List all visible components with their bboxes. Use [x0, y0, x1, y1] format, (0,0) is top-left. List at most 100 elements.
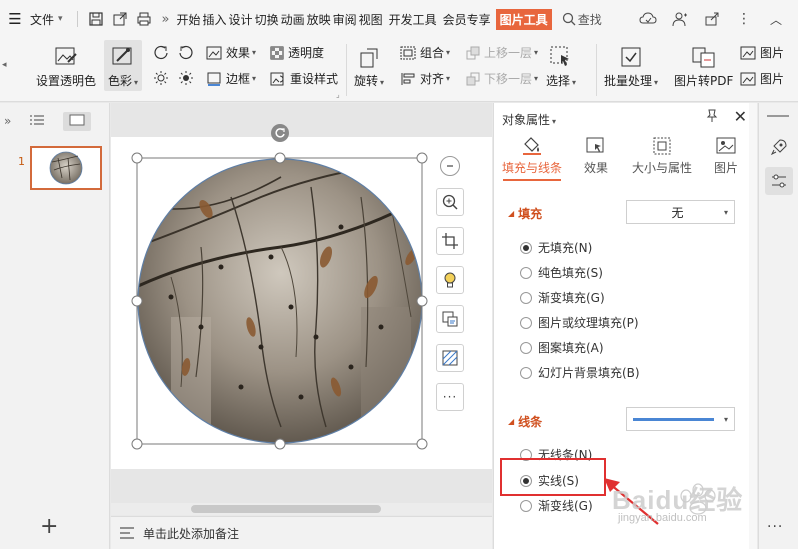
tab-fill-line[interactable]: 填充与线条 [502, 133, 562, 181]
radio-gradient-line[interactable]: 渐变线(G) [520, 497, 593, 514]
fill-pattern-icon[interactable] [436, 344, 464, 372]
window-actions: ⋮ ︿ [634, 5, 798, 33]
rotate-right-icon[interactable] [178, 44, 194, 60]
image-to-pdf-button[interactable]: 图片转PDF [674, 42, 733, 89]
group-button[interactable]: 组合 ▾ [400, 44, 450, 61]
select-button[interactable]: 选择 ▾ [546, 42, 576, 89]
set-transparent-color-label: 设置透明色 [36, 74, 97, 88]
pin-icon[interactable] [705, 109, 719, 126]
tab-slideshow[interactable]: 放映 [306, 11, 332, 28]
set-transparent-color-button[interactable]: 设置透明色 [36, 42, 96, 89]
fill-dropdown-value: 无 [671, 205, 684, 220]
send-backward-label: 下移一层 [484, 72, 533, 86]
tab-effects[interactable]: 效果 [584, 133, 608, 176]
tab-transition[interactable]: 切换 [254, 11, 280, 28]
color-button[interactable]: 色彩 ▾ [104, 40, 143, 91]
close-icon[interactable]: ✕ [734, 107, 747, 126]
fill-section-header[interactable]: ◢ 填充 [508, 205, 542, 222]
rocket-icon[interactable] [765, 133, 793, 161]
batch-process-button[interactable]: 批量处理 ▾ [604, 42, 658, 89]
horizontal-scrollbar[interactable] [111, 503, 492, 515]
file-chevron-down-icon[interactable]: ▾ [58, 14, 63, 24]
radio-gradient-fill[interactable]: 渐变填充(G) [520, 289, 605, 306]
more-tools-icon[interactable]: ··· [436, 383, 464, 411]
tab-design[interactable]: 设计 [228, 11, 254, 28]
scrollbar-thumb[interactable] [191, 505, 381, 513]
properties-title[interactable]: 对象属性 ▾ [502, 111, 556, 128]
reset-style-label: 重设样式 [290, 72, 339, 86]
send-backward-button[interactable]: 下移一层 ▾ [466, 70, 538, 87]
collapse-panel-icon[interactable]: » [4, 114, 11, 128]
more-icon[interactable]: ··· [767, 519, 783, 535]
smart-suggest-icon[interactable] [436, 266, 464, 294]
search-box[interactable]: 查找 [562, 11, 602, 28]
slide-thumbnail[interactable] [30, 146, 102, 190]
radio-solid-fill[interactable]: 纯色填充(S) [520, 264, 603, 281]
tab-size-properties[interactable]: 大小与属性 [632, 133, 692, 176]
tab-picture[interactable]: 图片 [714, 133, 738, 176]
tab-developer[interactable]: 开发工具 [388, 11, 438, 28]
tab-home[interactable]: 开始 [176, 11, 202, 28]
export-icon[interactable] [108, 7, 132, 31]
collapse-ribbon-icon[interactable]: ︿ [762, 5, 790, 33]
ribbon-scroll-left-icon[interactable]: ◂ [2, 60, 7, 70]
radio-picture-texture-fill[interactable]: 图片或纹理填充(P) [520, 314, 639, 331]
align-icon [401, 72, 415, 85]
color-label: 色彩 ▾ [108, 74, 139, 88]
add-slide-button[interactable]: + [40, 514, 58, 539]
ribbon-expand-icon[interactable]: ⌟ [336, 90, 340, 99]
tab-picture-tools[interactable]: 图片工具 [495, 8, 552, 30]
hamburger-menu-icon[interactable]: ☰ [0, 0, 30, 38]
border-button[interactable]: 边框 ▾ [206, 70, 256, 87]
rotate-left-icon[interactable] [153, 44, 169, 60]
bring-forward-button[interactable]: 上移一层 ▾ [466, 44, 538, 61]
transparency-button[interactable]: 透明度 [270, 44, 324, 61]
rotate-button[interactable]: 旋转 ▾ [354, 42, 384, 89]
tab-size-properties-label: 大小与属性 [632, 161, 693, 175]
radio-label: 无填充(N) [538, 241, 593, 255]
rotate-handle-icon[interactable] [271, 124, 289, 142]
tab-review[interactable]: 审阅 [332, 11, 358, 28]
radio-pattern-fill[interactable]: 图案填充(A) [520, 339, 604, 356]
line-section-header[interactable]: ◢ 线条 [508, 413, 542, 430]
image-tool-button-2[interactable]: 图片 [740, 70, 784, 87]
save-icon[interactable] [84, 7, 108, 31]
tab-member[interactable]: 会员专享 [442, 11, 492, 28]
crop-icon[interactable] [436, 227, 464, 255]
tab-animation[interactable]: 动画 [280, 11, 306, 28]
tab-insert[interactable]: 插入 [202, 11, 228, 28]
collapse-toolbar-icon[interactable] [440, 156, 460, 176]
notes-bar[interactable]: 单击此处添加备注 [111, 516, 492, 549]
slide-view-icon[interactable] [63, 111, 92, 131]
contrast-icon[interactable] [178, 70, 194, 86]
watermark: Baidu经验 jingyan.baidu.com [612, 478, 762, 538]
reset-style-button[interactable]: 重设样式 [270, 70, 338, 87]
image-to-text-icon[interactable] [436, 305, 464, 333]
print-icon[interactable] [132, 7, 156, 31]
line-style-dropdown[interactable]: ▾ [626, 407, 735, 431]
tab-view[interactable]: 视图 [358, 11, 384, 28]
effects-button[interactable]: 效果 ▾ [206, 44, 256, 61]
search-icon [562, 12, 576, 26]
brightness-icon[interactable] [153, 70, 169, 86]
more-options-icon[interactable]: ⋮ [730, 5, 758, 33]
fill-type-dropdown[interactable]: 无 ▾ [626, 200, 735, 224]
user-icon[interactable] [666, 5, 694, 33]
chevron-down-icon: ▾ [723, 207, 728, 217]
share-icon[interactable] [698, 5, 726, 33]
radio-slide-background-fill[interactable]: 幻灯片背景填充(B) [520, 364, 640, 381]
more-quick-actions-icon[interactable]: » [162, 12, 170, 27]
image-tool-button-1[interactable]: 图片 [740, 44, 784, 61]
cloud-sync-icon[interactable] [634, 5, 662, 33]
properties-toggle-icon[interactable] [765, 167, 793, 195]
align-button[interactable]: 对齐 ▾ [400, 70, 450, 87]
file-menu[interactable]: 文件 [30, 11, 54, 28]
image-tool-icon [740, 46, 756, 59]
outline-view-icon[interactable] [29, 114, 45, 129]
notes-placeholder: 单击此处添加备注 [143, 526, 240, 541]
send-backward-icon [466, 72, 480, 85]
slide[interactable] [111, 137, 492, 469]
radio-no-fill[interactable]: 无填充(N) [520, 239, 592, 256]
radio-label: 图案填充(A) [538, 341, 604, 355]
zoom-in-icon[interactable] [436, 188, 464, 216]
